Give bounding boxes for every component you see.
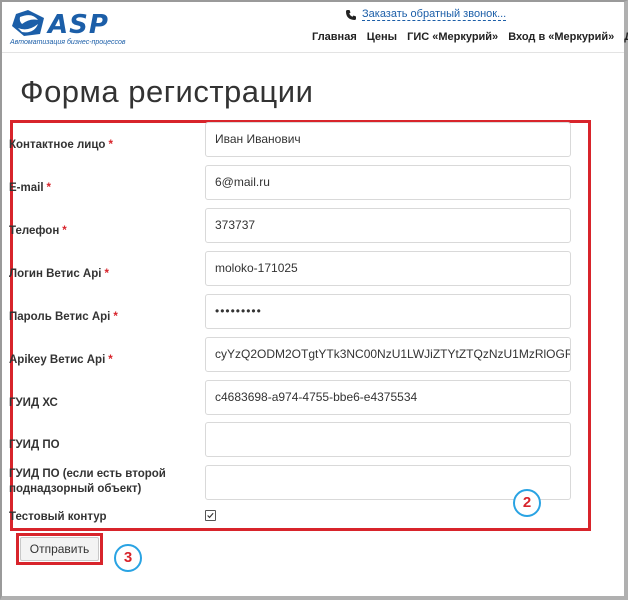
guid-hs-input[interactable]: c4683698-a974-4755-bbe6-e4375534	[205, 380, 571, 415]
nav-item-gis-mercury[interactable]: ГИС «Меркурий»	[407, 31, 498, 43]
vetis-login-label: Логин Ветис Api *	[9, 268, 109, 280]
phone-icon	[346, 9, 356, 20]
page-title: Форма регистрации	[20, 74, 314, 109]
asp-logo-icon	[12, 10, 44, 36]
callback-link[interactable]: Заказать обратный звонок...	[362, 8, 507, 21]
checkmark-icon	[207, 512, 214, 519]
vetis-password-label: Пароль Ветис Api *	[9, 311, 118, 323]
header-divider	[2, 52, 624, 53]
submit-button[interactable]: Отправить	[20, 537, 99, 561]
annotation-badge-3: 3	[114, 544, 142, 572]
main-nav: Главная Цены ГИС «Меркурий» Вход в «Мерк…	[312, 31, 628, 43]
vetis-apikey-input[interactable]: cyYzQ2ODM2OTgtYTk3NC00NzU1LWJiZTYtZTQzNz…	[205, 337, 571, 372]
test-contour-label: Тестовый контур	[9, 511, 107, 523]
contact-label: Контактное лицо *	[9, 139, 113, 151]
nav-item-prices[interactable]: Цены	[367, 31, 397, 43]
guid-po-label: ГУИД ПО	[9, 439, 60, 451]
contact-input[interactable]: Иван Иванович	[205, 122, 571, 157]
guid-po2-label: ГУИД ПО (если есть второй поднадзорный об…	[9, 468, 166, 495]
phone-input[interactable]: 373737	[205, 208, 571, 243]
phone-label: Телефон *	[9, 225, 67, 237]
logo-text: ASP	[48, 10, 109, 40]
vetis-password-input[interactable]: •••••••••	[205, 294, 571, 329]
nav-item-home[interactable]: Главная	[312, 31, 357, 43]
vetis-login-input[interactable]: moloko-171025	[205, 251, 571, 286]
callback[interactable]: Заказать обратный звонок...	[345, 8, 507, 21]
annotation-badge-2: 2	[513, 489, 541, 517]
test-contour-checkbox[interactable]	[205, 510, 216, 521]
vetis-apikey-label: Apikey Ветис Api *	[9, 354, 113, 366]
nav-item-login-mercury[interactable]: Вход в «Меркурий»	[508, 31, 614, 43]
guid-po-input[interactable]	[205, 422, 571, 457]
guid-hs-label: ГУИД ХС	[9, 397, 58, 409]
nav-item-more[interactable]: Дл	[624, 31, 628, 43]
email-input[interactable]: 6@mail.ru	[205, 165, 571, 200]
logo-subtitle: Автоматизация бизнес-процессов	[10, 39, 126, 46]
email-label: E-mail *	[9, 182, 51, 194]
asp-logo[interactable]: ASP Автоматизация бизнес-процессов	[10, 8, 130, 48]
